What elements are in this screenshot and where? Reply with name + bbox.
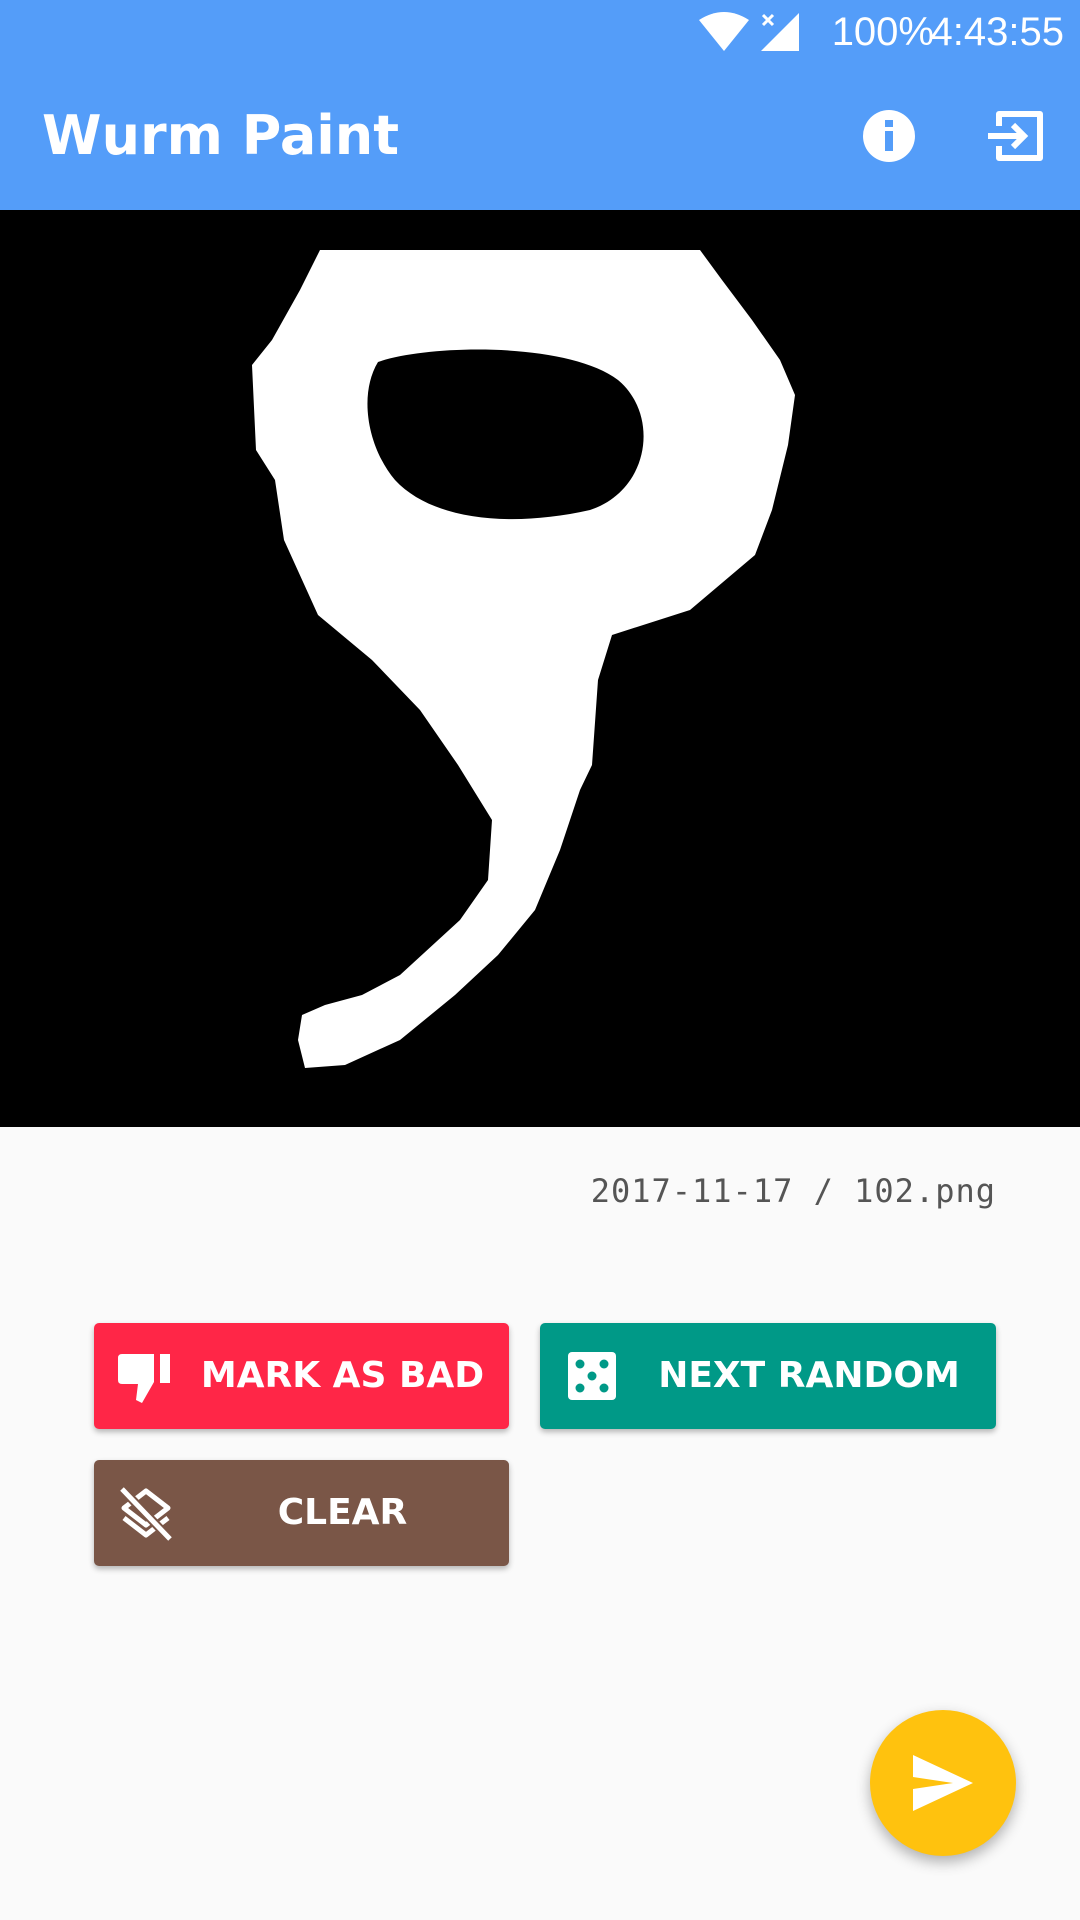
clear-label: CLEAR	[277, 1492, 408, 1533]
layers-clear-icon	[118, 1485, 174, 1543]
app-bar: 100% 4:43:55 Wurm Paint	[0, 0, 1080, 210]
dice-icon	[568, 1352, 616, 1400]
info-icon[interactable]	[853, 100, 925, 172]
signal-off-icon	[761, 13, 799, 51]
status-bar: 100% 4:43:55	[0, 0, 1080, 63]
app-title: Wurm Paint	[42, 104, 400, 167]
exit-icon[interactable]	[979, 100, 1051, 172]
drawn-digit	[252, 250, 795, 1068]
screen: 100% 4:43:55 Wurm Paint 2017-11-17 / 102…	[0, 0, 1080, 1920]
send-fab[interactable]	[870, 1710, 1016, 1856]
battery-text: 100%	[831, 10, 934, 54]
mark-as-bad-label: MARK AS BAD	[200, 1355, 485, 1396]
next-random-label: NEXT RANDOM	[658, 1355, 960, 1396]
next-random-button[interactable]: NEXT RANDOM	[540, 1323, 996, 1429]
wifi-icon	[699, 12, 749, 51]
send-icon	[913, 1755, 973, 1811]
mark-as-bad-button[interactable]: MARK AS BAD	[94, 1323, 509, 1429]
drawing-canvas[interactable]	[0, 210, 1080, 1127]
thumb-down-icon	[118, 1354, 170, 1403]
clock-text: 4:43:55	[930, 10, 1064, 54]
clear-button[interactable]: CLEAR	[94, 1460, 509, 1566]
file-name-label: 2017-11-17 / 102.png	[590, 1172, 996, 1210]
